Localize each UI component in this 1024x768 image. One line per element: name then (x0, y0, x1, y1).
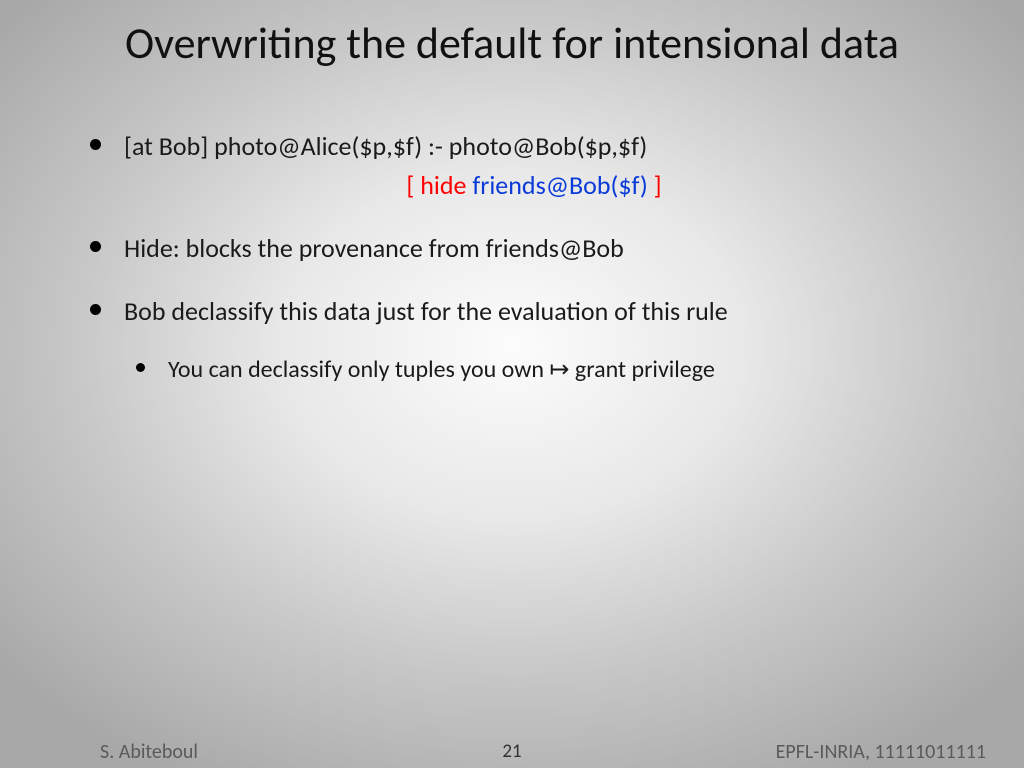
slide: Overwriting the default for intensional … (0, 0, 1024, 768)
footer-page: 21 (502, 740, 521, 763)
slide-title: Overwriting the default for intensional … (80, 18, 944, 69)
footer-author: S. Abiteboul (100, 740, 198, 764)
rule-annotation: [ hide friends@Bob($f) ] (124, 168, 944, 203)
bullet-list: [at Bob] photo@Alice($p,$f) :- photo@Bob… (80, 129, 944, 387)
bullet-grant: You can declassify only tuples you own ↦… (124, 353, 944, 387)
bullet-hide: Hide: blocks the provenance from friends… (80, 231, 944, 266)
bullet-rule: [at Bob] photo@Alice($p,$f) :- photo@Bob… (80, 129, 944, 203)
bracket-close: ] (648, 169, 662, 201)
footer-affil: EPFL-INRIA, 11111011111 (776, 740, 986, 764)
friends-pred: friends@Bob($f) (472, 169, 647, 201)
bullet-declassify: Bob declassify this data just for the ev… (80, 294, 944, 387)
hide-keyword: hide (420, 169, 472, 201)
nested-list: You can declassify only tuples you own ↦… (124, 353, 944, 387)
bracket-open: [ (406, 169, 420, 201)
bullet-declassify-text: Bob declassify this data just for the ev… (124, 295, 728, 327)
rule-text: [at Bob] photo@Alice($p,$f) :- photo@Bob… (124, 130, 647, 162)
